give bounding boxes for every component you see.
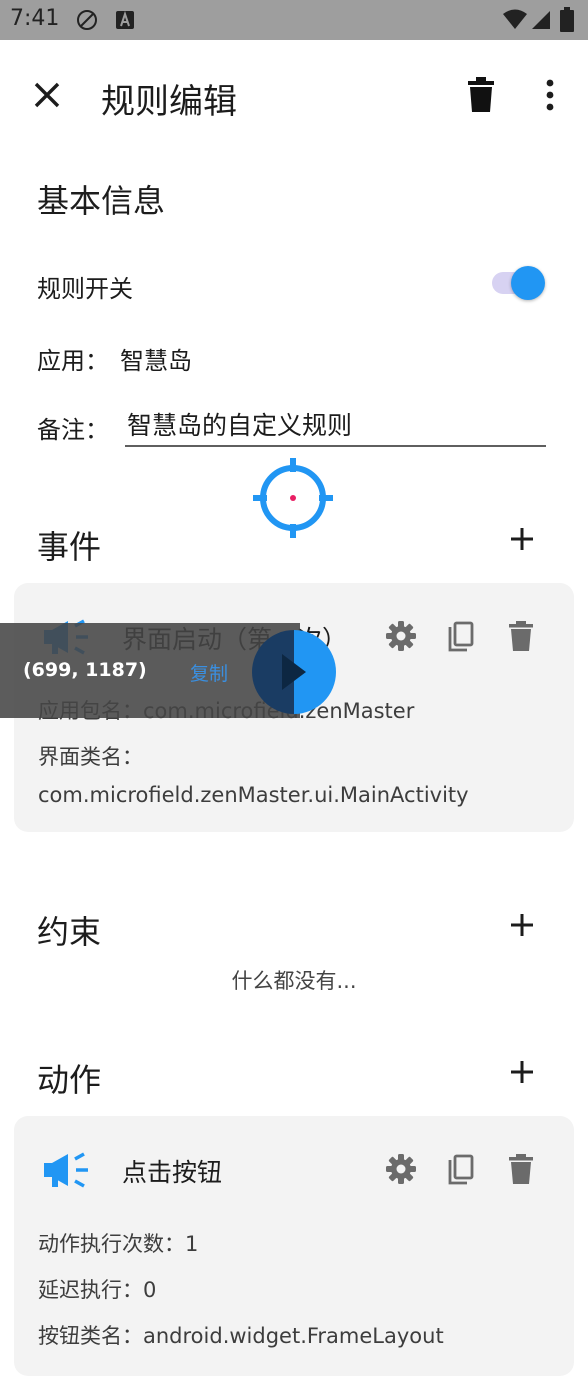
page-title: 规则编辑 <box>101 82 237 122</box>
rule-switch-label: 规则开关 <box>37 275 133 303</box>
action-card-title: 点击按钮 <box>122 1158 223 1187</box>
wifi-icon <box>503 9 527 29</box>
add-constraint-plus-icon[interactable] <box>502 905 542 945</box>
constraints-empty-text: 什么都没有... <box>231 969 357 993</box>
a-notification-icon <box>116 10 134 29</box>
close-icon[interactable] <box>30 78 64 112</box>
activity-value: com.microfield.zenMaster.ui.MainActivity <box>38 783 469 807</box>
exec-count-label: 动作执行次数： <box>38 1232 185 1256</box>
more-vert-icon[interactable] <box>540 78 560 112</box>
basic-info-title: 基本信息 <box>37 182 166 220</box>
delay-value: 0 <box>143 1278 157 1302</box>
no-sync-icon <box>77 10 97 30</box>
trash-icon[interactable] <box>508 1154 534 1184</box>
events-title: 事件 <box>37 528 102 566</box>
settings-gear-icon[interactable] <box>385 620 417 652</box>
trash-icon[interactable] <box>508 621 534 651</box>
button-class-row: 按钮类名：android.widget.FrameLayout <box>38 1320 444 1350</box>
battery-icon <box>560 7 574 32</box>
button-class-label: 按钮类名： <box>38 1324 143 1348</box>
delete-rule-trash-icon[interactable] <box>466 77 496 113</box>
remark-input-underline <box>125 445 546 447</box>
remark-label: 备注： <box>37 416 109 444</box>
delay-row: 延迟执行：0 <box>38 1274 156 1304</box>
app-value: 智慧岛 <box>120 347 192 375</box>
rule-switch-toggle[interactable] <box>511 266 545 300</box>
add-event-plus-icon[interactable] <box>502 519 542 559</box>
play-icon <box>282 654 306 690</box>
remark-input[interactable]: 智慧岛的自定义规则 <box>127 406 352 442</box>
add-action-plus-icon[interactable] <box>502 1052 542 1092</box>
copy-icon[interactable] <box>447 1154 475 1186</box>
activity-label: 界面类名： <box>38 745 143 769</box>
settings-gear-icon[interactable] <box>385 1153 417 1185</box>
button-class-value: android.widget.FrameLayout <box>143 1324 444 1348</box>
exec-count-row: 动作执行次数：1 <box>38 1228 198 1258</box>
copy-coords-button[interactable]: 复制 <box>190 659 228 686</box>
actions-title: 动作 <box>37 1061 102 1099</box>
delay-label: 延迟执行： <box>38 1278 143 1302</box>
cellular-icon <box>532 11 550 29</box>
coordinate-readout: (699, 1187) <box>23 659 147 681</box>
crosshair-target-icon[interactable] <box>253 458 333 538</box>
constraints-title: 约束 <box>37 913 102 951</box>
status-time: 7:41 <box>10 6 60 31</box>
megaphone-icon <box>44 1152 88 1188</box>
copy-icon[interactable] <box>447 621 475 653</box>
app-label: 应用： <box>37 347 109 375</box>
exec-count-value: 1 <box>185 1232 199 1256</box>
